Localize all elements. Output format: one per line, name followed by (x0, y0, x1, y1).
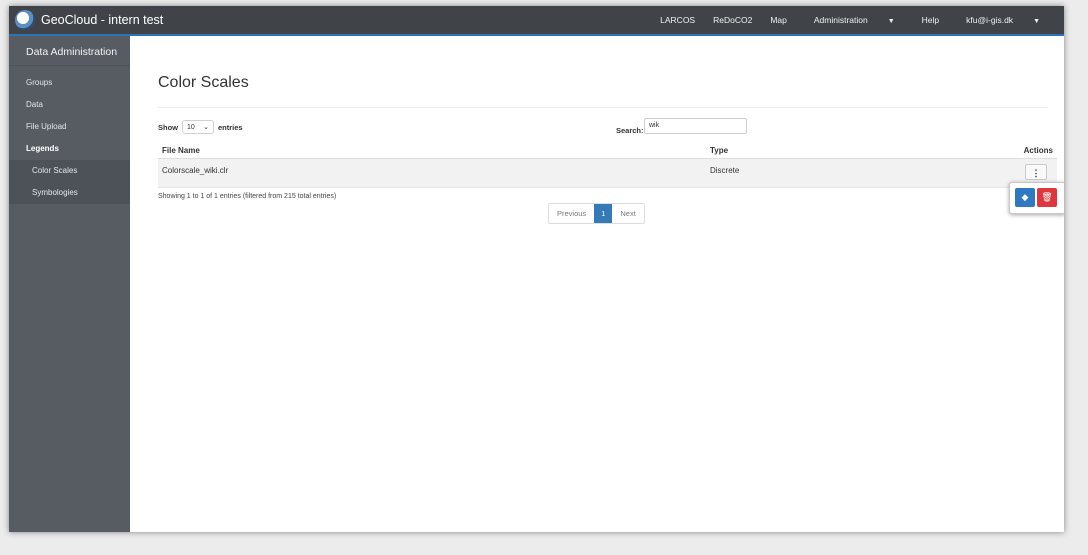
sidebar-item-symbologies[interactable]: Symbologies (9, 182, 130, 204)
caret-down-icon: ▼ (887, 18, 895, 25)
column-header-type[interactable]: Type (710, 146, 728, 155)
caret-down-icon: ▼ (1033, 18, 1040, 25)
nav-link-larcos[interactable]: LARCOS (651, 15, 704, 25)
pagination-page-1[interactable]: 1 (594, 204, 613, 223)
search-label: Search: (616, 126, 644, 135)
app-title: GeoCloud - intern test (41, 13, 164, 27)
nav-administration-dropdown[interactable]: Administration ▼ (796, 15, 913, 25)
entries-select[interactable]: 10 ⌄ (182, 120, 214, 134)
delete-button[interactable]: 🗑 (1037, 188, 1057, 207)
sidebar-item-color-scales[interactable]: Color Scales (9, 160, 130, 182)
nav-links: LARCOS ReDoCO2 Map Administration ▼ Help … (651, 6, 1058, 34)
table-row: Colorscale_wiki.clr Discrete ⋮ (158, 159, 1057, 188)
cell-file-name: Colorscale_wiki.clr (162, 166, 229, 175)
sidebar-title: Data Administration (9, 36, 130, 66)
column-header-file-name[interactable]: File Name (162, 146, 200, 155)
trash-icon: 🗑 (1041, 192, 1053, 202)
edit-button[interactable]: ◆ (1015, 188, 1035, 207)
pagination-next[interactable]: Next (612, 204, 644, 223)
sidebar-item-groups[interactable]: Groups (9, 72, 130, 94)
show-label: Show (158, 122, 178, 132)
search-input[interactable]: wik (644, 118, 747, 134)
main-content: Color Scales Show 10 ⌄ entries Search: w… (158, 36, 1064, 532)
paint-bucket-icon: ◆ (1021, 192, 1029, 202)
actions-popover: ◆ 🗑 (1009, 182, 1064, 214)
top-navbar: GeoCloud - intern test LARCOS ReDoCO2 Ma… (9, 6, 1064, 36)
table-info: Showing 1 to 1 of 1 entries (filtered fr… (158, 193, 337, 200)
geocloud-logo-icon (15, 10, 35, 30)
table-header: File Name Type Actions (158, 140, 1057, 159)
divider (158, 107, 1048, 108)
sidebar-item-legends[interactable]: Legends (9, 138, 130, 160)
pagination-previous[interactable]: Previous (549, 204, 595, 223)
page-title: Color Scales (158, 74, 249, 91)
sidebar-item-data[interactable]: Data (9, 94, 130, 116)
nav-link-redoco2[interactable]: ReDoCO2 (704, 15, 761, 25)
sidebar: Data Administration Groups Data File Upl… (9, 36, 130, 532)
sidebar-item-file-upload[interactable]: File Upload (9, 116, 130, 138)
nav-link-map[interactable]: Map (761, 15, 796, 25)
cell-type: Discrete (710, 166, 740, 175)
chevron-down-icon: ⌄ (203, 124, 209, 131)
entries-length-control: Show 10 ⌄ entries (158, 120, 243, 134)
entries-select-value: 10 (187, 123, 195, 131)
actions-menu-button[interactable]: ⋮ (1025, 164, 1047, 180)
brand[interactable]: GeoCloud - intern test (15, 10, 163, 30)
browser-window: GeoCloud - intern test LARCOS ReDoCO2 Ma… (9, 6, 1064, 532)
pagination: Previous 1 Next (548, 203, 645, 224)
column-header-actions: Actions (1023, 146, 1053, 155)
nav-user-label: kfu@i-gis.dk (966, 15, 1014, 25)
entries-label: entries (218, 122, 243, 132)
nav-link-help[interactable]: Help (913, 15, 948, 25)
color-scales-table: File Name Type Actions Colorscale_wiki.c… (158, 140, 1057, 188)
nav-user-dropdown[interactable]: kfu@i-gis.dk ▼ (948, 15, 1058, 25)
nav-administration-label: Administration (813, 15, 868, 25)
vertical-dots-icon: ⋮ (1031, 168, 1041, 178)
